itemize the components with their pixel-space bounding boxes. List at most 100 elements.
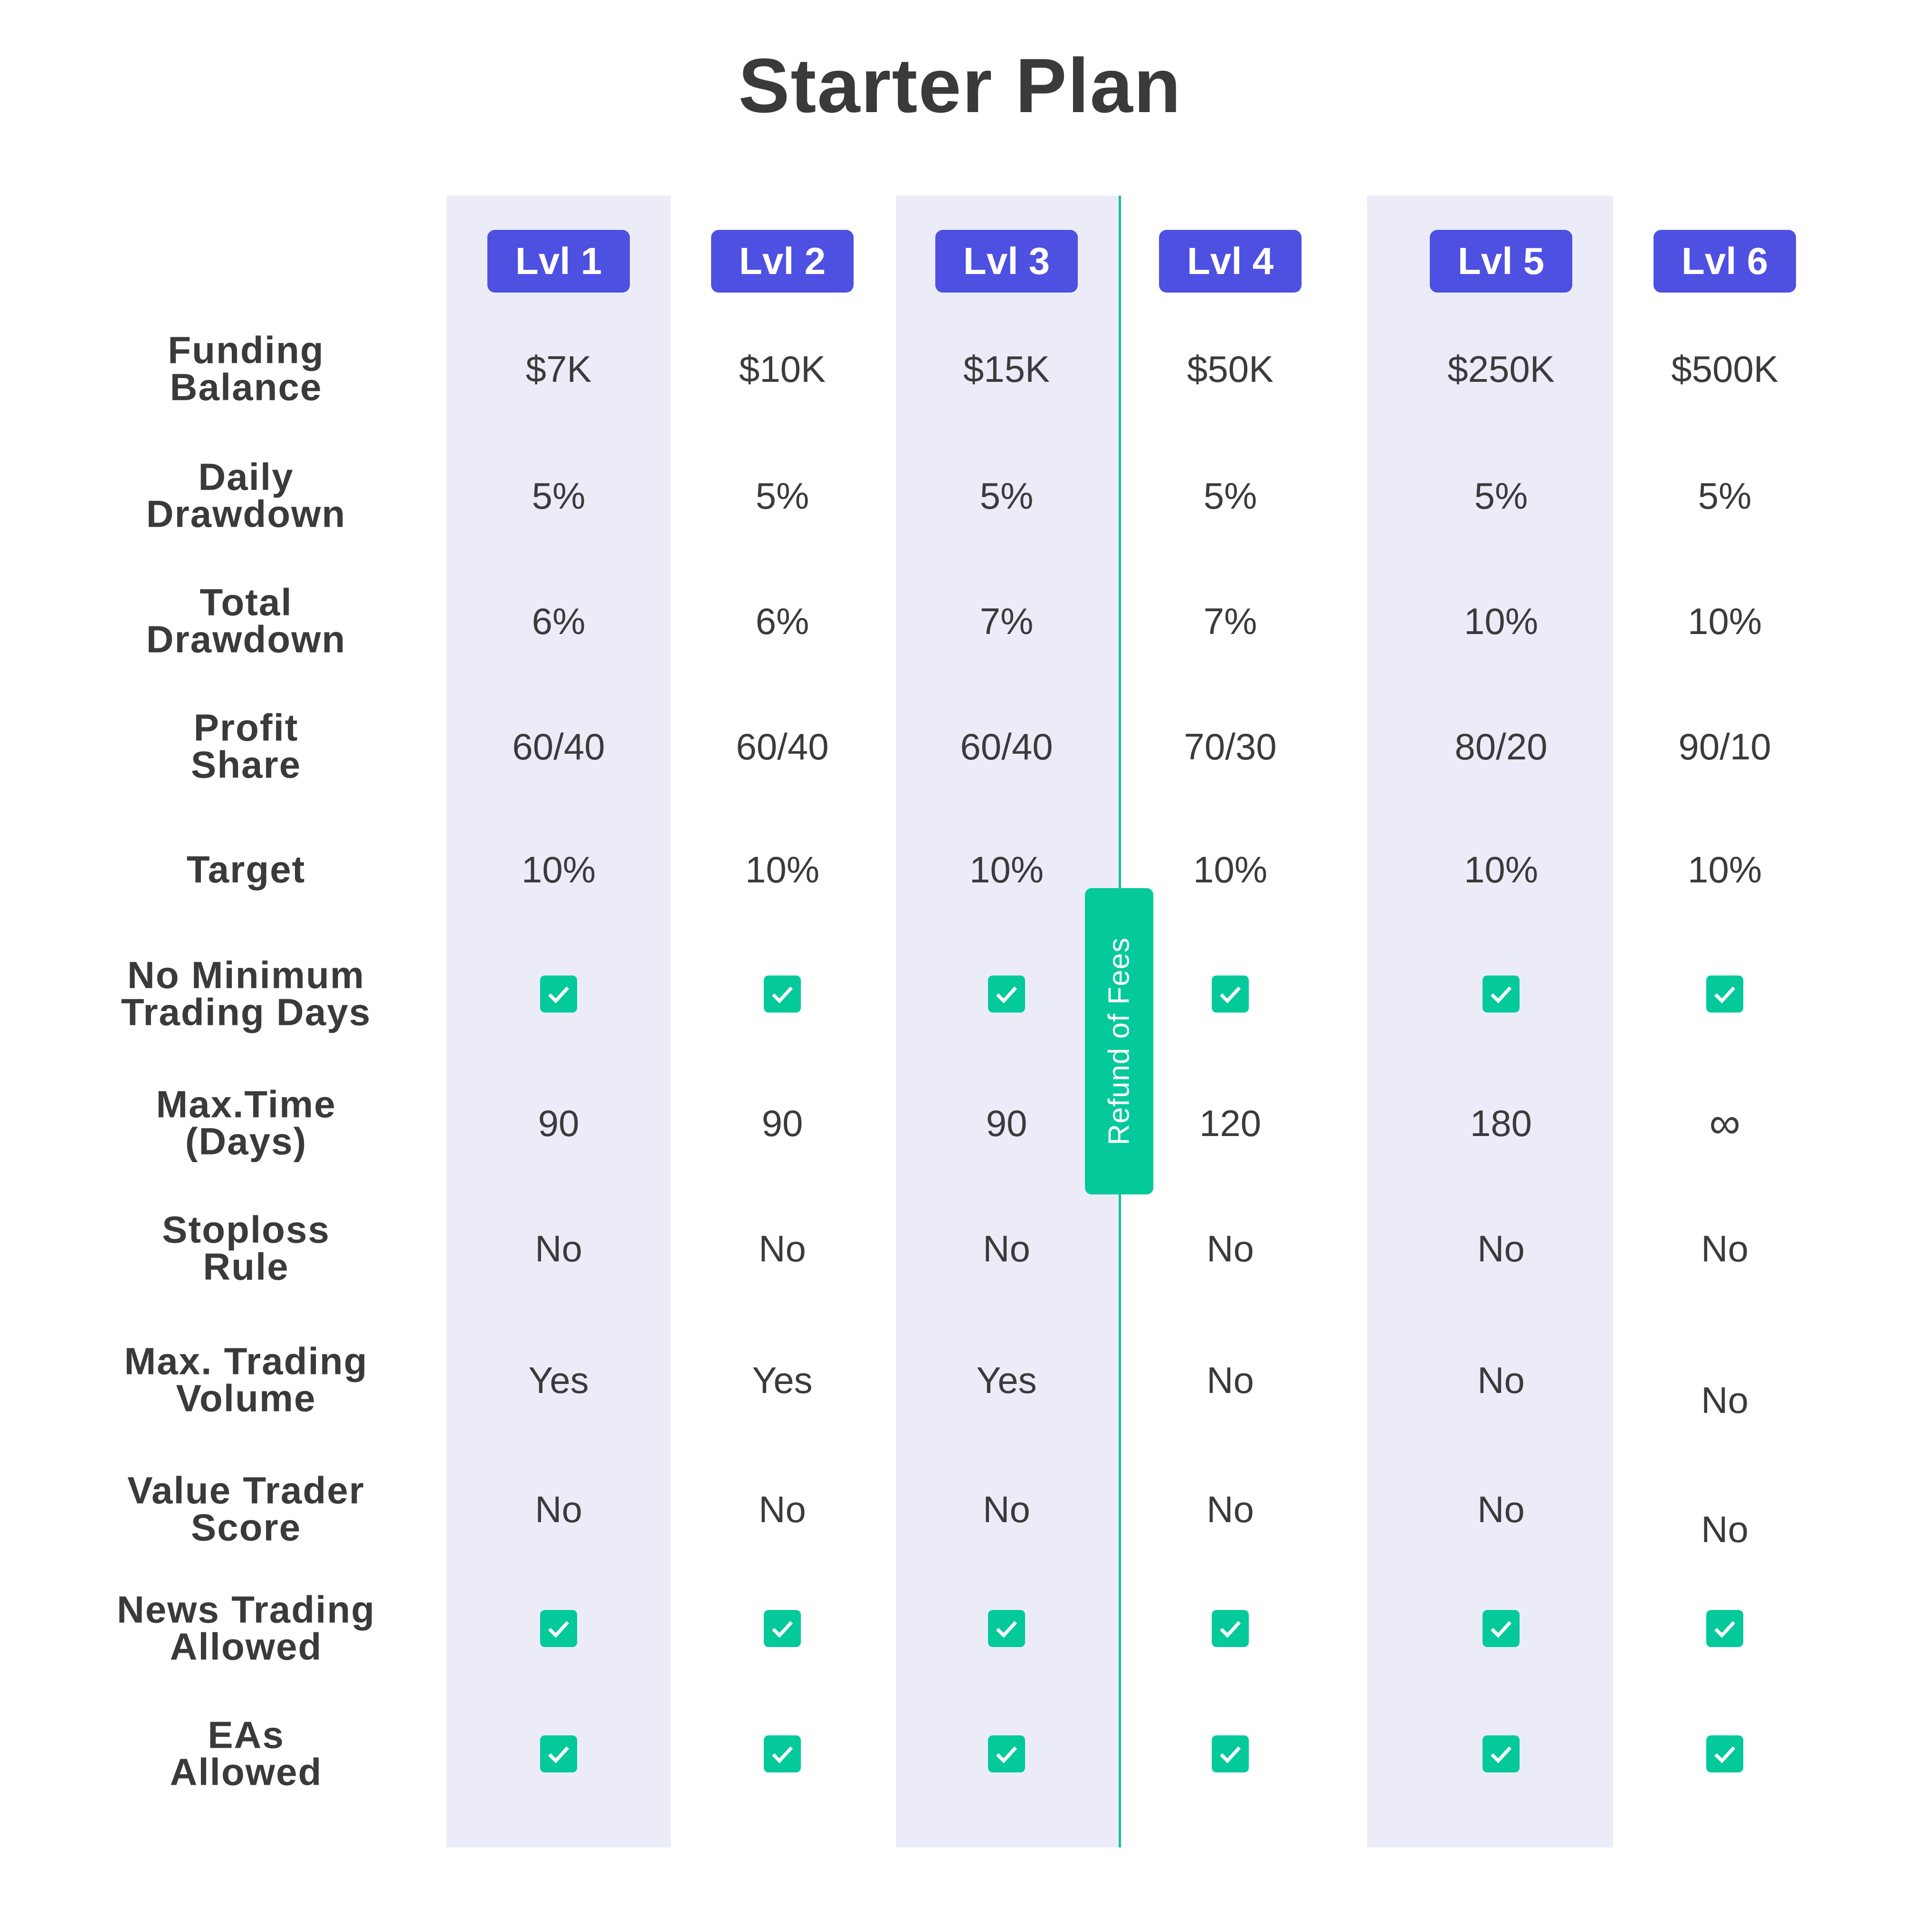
checkmark-icon [764,1735,801,1772]
checkmark-icon [764,975,801,1013]
refund-of-fees-badge: Refund of Fees [1085,888,1153,1194]
table-cell: No [1207,1488,1254,1530]
table-cell: 80/20 [1454,726,1548,767]
row-label-line: Max.Time [156,1083,336,1126]
table-cell: $500K [1671,348,1778,390]
level-badge-2: Lvl 2 [711,230,854,293]
checkmark-icon [988,975,1025,1013]
infinity-value: ∞ [1709,1099,1740,1147]
row-label-line: News Trading [116,1588,376,1631]
table-cell: No [1477,1359,1525,1401]
table-cell: 10% [1687,600,1762,642]
table-cell: Yes [752,1359,813,1401]
table-cell: 10% [1464,600,1539,642]
row-label-line: Target [186,848,306,890]
page-title: Starter Plan [738,43,1182,129]
row-label-line: Rule [203,1246,289,1288]
row-label: Stoploss Rule [80,1208,412,1288]
row-label-line: Profit [193,706,299,749]
row-label-line: Drawdown [146,618,346,661]
refund-of-fees-label: Refund of Fees [1103,937,1136,1146]
table-cell: 90/10 [1678,726,1771,767]
table-cell: No [1701,1228,1749,1269]
level-badge-4: Lvl 4 [1159,230,1302,293]
table-cell: 70/30 [1184,726,1277,767]
checkmark-icon [1483,1735,1520,1772]
table-cell: No [759,1488,806,1530]
checkmark-icon [988,1610,1025,1647]
row-label-line: Drawdown [146,493,346,535]
table-cell: 5% [1698,475,1752,517]
table-cell: 120 [1199,1102,1262,1144]
table-cell: No [983,1228,1030,1269]
row-label: Total Drawdown [80,581,412,661]
table-cell: 10% [1193,849,1268,890]
table-cell: 7% [979,600,1034,642]
checkmark-icon [1706,975,1743,1013]
row-label-line: Share [190,744,302,786]
row-label: Max.Time (Days) [80,1083,412,1163]
table-cell: 90 [986,1102,1027,1144]
table-cell: $15K [963,348,1050,390]
table-cell: 10% [1687,849,1762,890]
row-label-line: Stoploss [162,1208,330,1251]
table-cell: 60/40 [736,726,829,767]
column-shade-lvl-1 [447,196,671,1847]
table-cell: 5% [532,475,586,517]
table-cell: No [1207,1228,1254,1269]
checkmark-icon [540,975,577,1013]
table-cell: 60/40 [512,726,605,767]
table-cell: 60/40 [960,726,1053,767]
row-label-line: Trading Days [121,991,371,1033]
row-label: Max. Trading Volume [80,1340,412,1420]
table-cell: No [1477,1228,1525,1269]
row-label-line: Score [190,1506,302,1549]
row-label: Target [80,848,412,890]
table-cell: 10% [1464,849,1539,890]
row-label: Funding Balance [80,329,412,408]
row-label-line: Daily [198,455,294,498]
checkmark-icon [1483,1610,1520,1647]
checkmark-icon [1483,975,1520,1013]
row-label-line: Volume [176,1377,316,1420]
table-cell: $10K [739,348,826,390]
table-cell: No [1701,1508,1749,1550]
table-cell: 6% [532,600,586,642]
level-badge-1: Lvl 1 [487,230,630,293]
row-label-line: (Days) [185,1120,307,1163]
checkmark-icon [1706,1610,1743,1647]
table-cell: 5% [1474,475,1528,517]
checkmark-icon [988,1735,1025,1772]
table-cell: Yes [528,1359,589,1401]
table-cell: 5% [1203,475,1257,517]
row-label-line: Funding [168,329,324,371]
table-cell: Yes [976,1359,1037,1401]
checkmark-icon [540,1735,577,1772]
row-label-line: Total [200,581,293,624]
row-label-line: Max. Trading [124,1340,368,1383]
level-badge-3: Lvl 3 [935,230,1078,293]
table-cell: No [1207,1359,1254,1401]
table-cell: No [535,1228,582,1269]
level-badge-5: Lvl 5 [1430,230,1572,293]
checkmark-icon [1706,1735,1743,1772]
row-label: Daily Drawdown [80,455,412,535]
table-cell: 180 [1470,1102,1532,1144]
checkmark-icon [1212,1610,1249,1647]
table-cell: No [1701,1379,1749,1421]
table-cell: 10% [521,849,596,890]
table-cell: 90 [538,1102,580,1144]
table-cell: 5% [755,475,809,517]
table-cell: No [759,1228,806,1269]
row-label: EAs Allowed [80,1716,412,1791]
table-cell: 7% [1203,600,1257,642]
table-cell: 90 [761,1102,803,1144]
row-label-line: Value Trader [127,1469,365,1512]
row-label-line: Balance [170,366,323,408]
checkmark-icon [540,1610,577,1647]
row-label: Profit Share [80,706,412,786]
table-cell: No [1477,1488,1525,1530]
column-shade-lvl-5 [1367,196,1613,1847]
table-cell: 10% [745,849,820,890]
table-cell: $7K [525,348,592,390]
